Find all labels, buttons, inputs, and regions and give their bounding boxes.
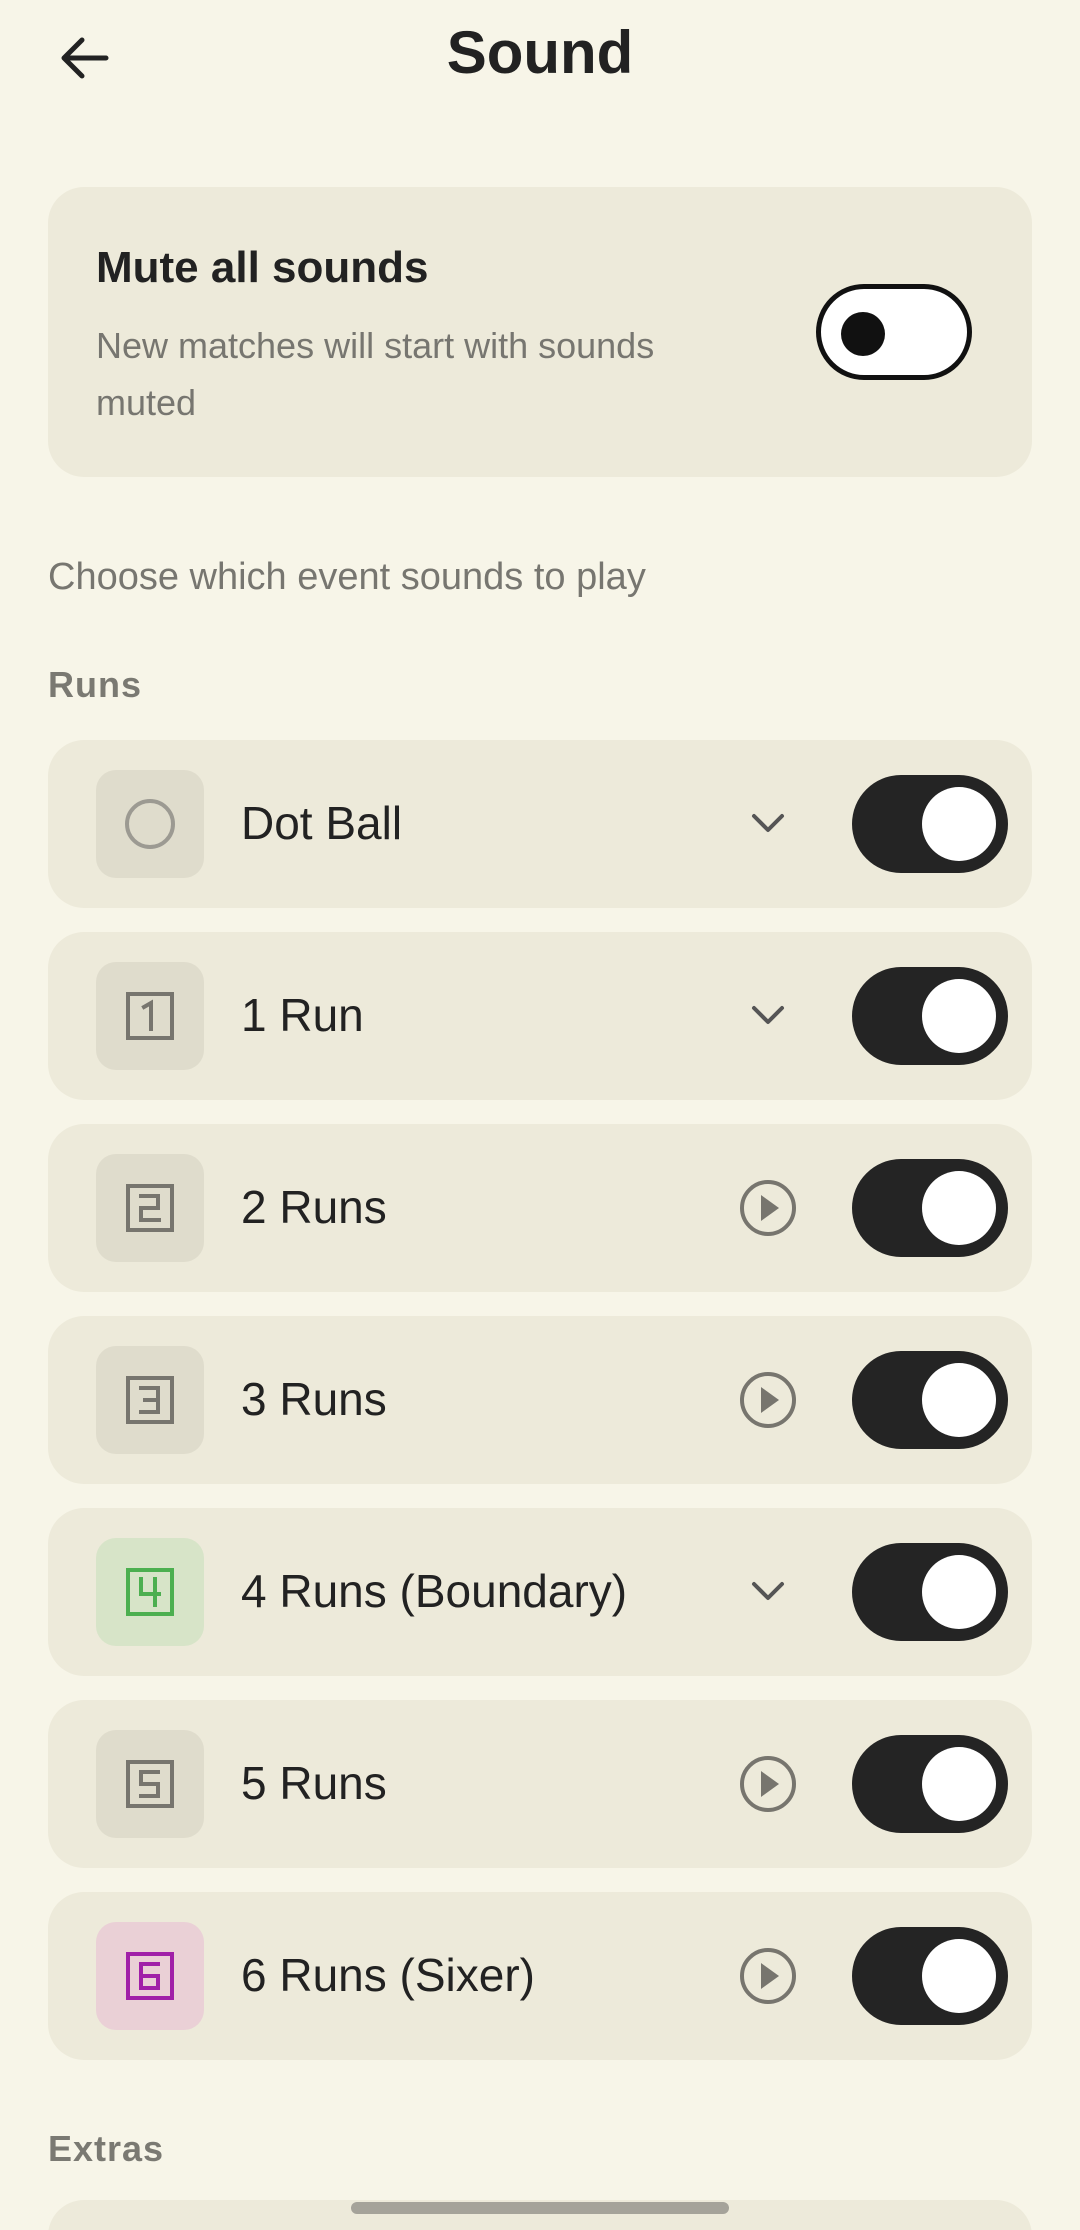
sound-row-label: 2 Runs — [241, 1181, 387, 1233]
sound-row-label: Dot Ball — [241, 797, 403, 849]
home-indicator[interactable] — [351, 2202, 729, 2214]
sound-row-5-runs[interactable]: 5 Runs — [48, 1700, 1032, 1868]
play-button[interactable] — [736, 1752, 800, 1816]
play-icon — [740, 1756, 796, 1812]
expand-button[interactable] — [736, 984, 800, 1048]
toggle-knob — [922, 1363, 996, 1437]
mute-all-card: Mute all sounds New matches will start w… — [48, 187, 1032, 477]
dot-ball-tile — [96, 770, 204, 878]
six-runs-tile — [96, 1922, 204, 2030]
chevron-down-icon — [752, 1006, 784, 1024]
sound-toggle[interactable] — [852, 1159, 1008, 1257]
sound-row-4-runs-boundary[interactable]: 4 Runs (Boundary) — [48, 1508, 1032, 1676]
sound-toggle[interactable] — [852, 1351, 1008, 1449]
play-icon — [740, 1372, 796, 1428]
toggle-knob — [922, 1747, 996, 1821]
mute-all-title: Mute all sounds — [96, 243, 429, 292]
toggle-knob — [922, 1939, 996, 2013]
chevron-down-icon — [752, 814, 784, 832]
group-label-extras: Extras — [48, 2128, 165, 2169]
chevron-down-icon — [752, 1582, 784, 1600]
digit-3-icon — [126, 1376, 174, 1424]
sound-toggle[interactable] — [852, 1735, 1008, 1833]
play-button[interactable] — [736, 1368, 800, 1432]
section-note: Choose which event sounds to play — [48, 556, 646, 598]
two-runs-tile — [96, 1154, 204, 1262]
play-icon — [740, 1180, 796, 1236]
sound-row-label: 6 Runs (Sixer) — [241, 1949, 535, 2001]
toggle-knob — [922, 979, 996, 1053]
sound-row-label: 4 Runs (Boundary) — [241, 1565, 628, 1617]
play-button[interactable] — [736, 1944, 800, 2008]
digit-4-icon — [126, 1568, 174, 1616]
sound-toggle[interactable] — [852, 1927, 1008, 2025]
toggle-knob — [841, 312, 885, 356]
sound-row-label: 5 Runs — [241, 1757, 387, 1809]
sound-toggle[interactable] — [852, 1543, 1008, 1641]
top-bar: Sound — [0, 0, 1080, 112]
play-icon — [740, 1948, 796, 2004]
expand-button[interactable] — [736, 792, 800, 856]
sound-row-label: 1 Run — [241, 989, 364, 1041]
circle-icon — [125, 799, 175, 849]
sound-toggle[interactable] — [852, 967, 1008, 1065]
mute-all-toggle[interactable] — [816, 284, 972, 380]
sound-row-1-run[interactable]: 1 Run — [48, 932, 1032, 1100]
toggle-knob — [922, 787, 996, 861]
four-runs-tile — [96, 1538, 204, 1646]
digit-1-icon — [126, 992, 174, 1040]
sound-row-3-runs[interactable]: 3 Runs — [48, 1316, 1032, 1484]
play-button[interactable] — [736, 1176, 800, 1240]
toggle-knob — [922, 1171, 996, 1245]
group-label-runs: Runs — [48, 664, 142, 705]
digit-5-icon — [126, 1760, 174, 1808]
sound-row-2-runs[interactable]: 2 Runs — [48, 1124, 1032, 1292]
five-runs-tile — [96, 1730, 204, 1838]
sound-row-6-runs-sixer[interactable]: 6 Runs (Sixer) — [48, 1892, 1032, 2060]
digit-6-icon — [126, 1952, 174, 2000]
sound-toggle[interactable] — [852, 775, 1008, 873]
sound-row-dot-ball[interactable]: Dot Ball — [48, 740, 1032, 908]
expand-button[interactable] — [736, 1560, 800, 1624]
one-run-tile — [96, 962, 204, 1070]
toggle-knob — [922, 1555, 996, 1629]
mute-all-subtitle: New matches will start with sounds muted — [96, 325, 655, 423]
digit-2-icon — [126, 1184, 174, 1232]
three-runs-tile — [96, 1346, 204, 1454]
sound-row-label: 3 Runs — [241, 1373, 387, 1425]
page-title: Sound — [446, 19, 634, 86]
